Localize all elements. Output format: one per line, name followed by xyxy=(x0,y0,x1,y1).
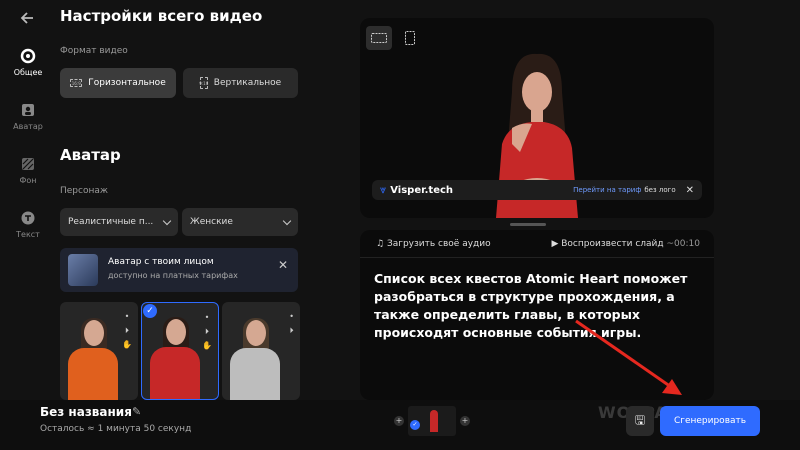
sidebar-item-label: Текст xyxy=(16,230,40,239)
upgrade-plan-link[interactable]: Перейти на тариф xyxy=(573,186,641,194)
check-icon: ✓ xyxy=(410,420,420,430)
avatar-type-select[interactable]: Реалистичные п... xyxy=(60,208,178,236)
avatar-card[interactable]: • ⏵ ✋ xyxy=(60,302,138,400)
horizontal-format-button[interactable]: 16:9 Горизонтальное xyxy=(60,68,176,98)
watermark-bar: ⩔ Visper.tech Перейти на тариф без лого … xyxy=(372,180,702,200)
close-icon[interactable]: ✕ xyxy=(278,258,288,272)
bottom-bar: Без названия ✎ Осталось ≈ 1 минута 50 се… xyxy=(0,400,800,450)
sidebar-item-label: Общее xyxy=(13,68,43,77)
sidebar-item-label: Фон xyxy=(19,176,37,185)
person-icon xyxy=(20,102,36,118)
floppy-disk-icon: 🖫 xyxy=(634,412,646,427)
ratio-vertical-button[interactable] xyxy=(400,26,420,50)
play-slide-button[interactable]: ▶ Воспроизвести слайд ~00:10 xyxy=(551,239,700,249)
remaining-time: Осталось ≈ 1 минута 50 секунд xyxy=(40,424,192,434)
slide-timeline: + ✓ + xyxy=(390,404,474,438)
promo-avatar-image xyxy=(68,254,98,286)
text-icon xyxy=(20,210,36,226)
avatar-image xyxy=(230,314,280,400)
avatar-type-value: Реалистичные п... xyxy=(68,217,154,227)
resize-handle[interactable] xyxy=(510,223,546,226)
play-icon: ▶ xyxy=(551,239,562,249)
save-button[interactable]: 🖫 xyxy=(626,406,654,436)
pencil-icon[interactable]: ✎ xyxy=(132,405,141,418)
watermark-logo: Visper.tech xyxy=(390,184,454,196)
custom-avatar-promo[interactable]: Аватар с твоим лицом доступно на платных… xyxy=(60,248,298,292)
vertical-format-button[interactable]: 9:16 Вертикальное xyxy=(183,68,298,98)
avatar-image xyxy=(68,314,118,400)
ratio-horizontal-button[interactable] xyxy=(366,26,392,50)
generate-button[interactable]: Сгенерировать xyxy=(660,406,760,436)
sidebar-item-general[interactable]: Общее xyxy=(0,48,56,77)
add-slide-after-icon[interactable]: + xyxy=(460,416,470,426)
page-title: Настройки всего видео xyxy=(60,7,263,25)
upload-audio-button[interactable]: ♫ Загрузить своё аудио xyxy=(376,239,491,249)
sidebar: Общее Аватар Фон Текст xyxy=(0,0,56,400)
promo-subtitle: доступно на платных тарифах xyxy=(108,271,238,280)
avatar-pose-icons: • ⏵ ✋ xyxy=(122,312,132,349)
character-label: Персонаж xyxy=(60,186,108,196)
slide-thumbnail[interactable]: ✓ xyxy=(408,406,456,436)
project-name[interactable]: Без названия xyxy=(40,405,132,419)
back-arrow-icon[interactable] xyxy=(18,8,38,28)
avatar-section-title: Аватар xyxy=(60,146,121,164)
gender-select[interactable]: Женские xyxy=(182,208,298,236)
chevron-down-icon xyxy=(282,216,292,225)
chevron-down-icon xyxy=(162,216,172,225)
avatar-image xyxy=(150,313,200,399)
music-note-icon: ♫ xyxy=(376,239,387,249)
add-slide-before-icon[interactable]: + xyxy=(394,416,404,426)
duration-label: ~00:10 xyxy=(666,239,700,249)
selected-check-icon: ✓ xyxy=(143,304,157,318)
pattern-icon xyxy=(20,156,36,172)
sidebar-item-text[interactable]: Текст xyxy=(0,210,56,239)
horizontal-label: Горизонтальное xyxy=(88,78,166,88)
no-logo-label: без лого xyxy=(644,186,676,194)
sidebar-item-label: Аватар xyxy=(13,122,43,131)
close-icon[interactable]: ✕ xyxy=(686,185,694,196)
avatar-pose-icons: • ⏵ ✋ xyxy=(202,313,212,350)
vertical-label: Вертикальное xyxy=(213,78,282,88)
vertical-frame-icon: 9:16 xyxy=(199,77,208,89)
promo-title: Аватар с твоим лицом xyxy=(108,257,214,267)
avatar-pose-icons: • ⏵ xyxy=(289,312,294,335)
format-label: Формат видео xyxy=(60,46,128,56)
annotation-arrow xyxy=(575,319,682,395)
horizontal-frame-icon: 16:9 xyxy=(70,79,83,87)
script-header: ♫ Загрузить своё аудио ▶ Воспроизвести с… xyxy=(360,230,714,258)
sidebar-item-background[interactable]: Фон xyxy=(0,156,56,185)
gender-value: Женские xyxy=(190,217,233,227)
avatar-card[interactable]: • ⏵ xyxy=(222,302,300,400)
slide-avatar-image xyxy=(430,410,438,432)
visper-logo-icon: ⩔ xyxy=(380,183,387,196)
settings-panel: Настройки всего видео Формат видео 16:9 … xyxy=(60,0,310,400)
target-icon xyxy=(20,48,36,64)
sidebar-item-avatar[interactable]: Аватар xyxy=(0,102,56,131)
video-preview: ⩔ Visper.tech Перейти на тариф без лого … xyxy=(360,18,714,218)
